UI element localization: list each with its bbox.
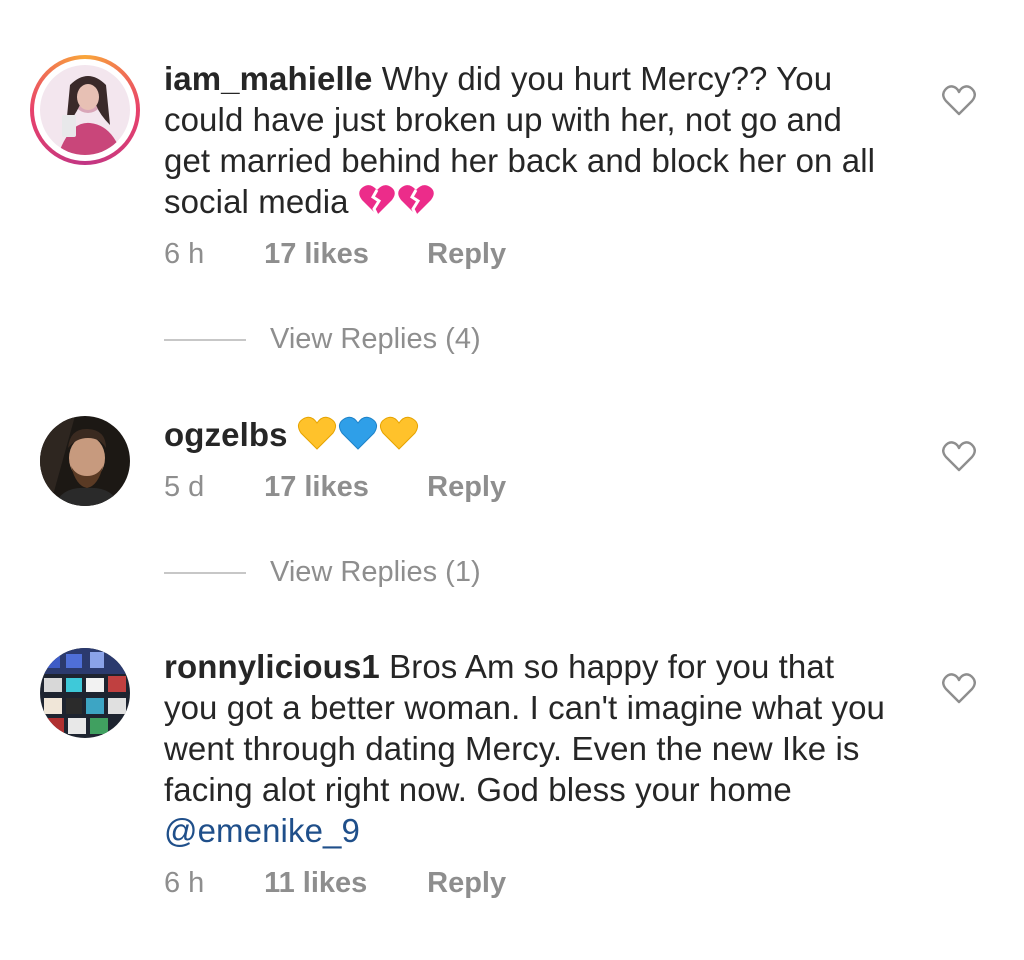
comment-text: ronnylicious1 Bros Am so happy for you t…	[164, 646, 894, 851]
view-replies-button[interactable]: View Replies (4)	[164, 323, 481, 363]
story-ring[interactable]	[30, 55, 140, 165]
comment-likes[interactable]: 17 likes	[264, 238, 419, 271]
comment-time: 6 h	[164, 867, 205, 899]
hearts-emoji-icon	[297, 415, 419, 460]
heart-outline-icon[interactable]	[942, 441, 976, 473]
heart-outline-icon[interactable]	[942, 85, 976, 117]
reply-button[interactable]: Reply	[427, 238, 506, 271]
comment-meta: 6 h 17 likes Reply	[164, 238, 506, 271]
divider-line	[164, 572, 246, 575]
avatar-photo	[40, 648, 130, 738]
comment-time: 5 d	[164, 471, 205, 503]
avatar-photo	[40, 65, 130, 155]
avatar[interactable]	[40, 65, 130, 155]
comment-time: 6 h	[164, 238, 205, 270]
comment-username[interactable]: iam_mahielle	[164, 60, 372, 97]
view-replies-label: View Replies (4)	[270, 323, 481, 355]
comment-likes[interactable]: 11 likes	[264, 867, 419, 900]
comment-meta: 5 d 17 likes Reply	[164, 471, 506, 504]
comment-text: iam_mahielle Why did you hurt Mercy?? Yo…	[164, 58, 894, 226]
comment-text: ogzelbs	[164, 414, 894, 460]
avatar[interactable]	[40, 648, 130, 738]
heart-outline-icon[interactable]	[942, 673, 976, 705]
reply-button[interactable]: Reply	[427, 471, 506, 504]
avatar-photo	[40, 416, 130, 506]
mention-link[interactable]: @emenike_9	[164, 812, 360, 849]
comment-username[interactable]: ronnylicious1	[164, 648, 380, 685]
divider-line	[164, 339, 246, 342]
comment-username[interactable]: ogzelbs	[164, 416, 288, 453]
comment-likes[interactable]: 17 likes	[264, 471, 419, 504]
reply-button[interactable]: Reply	[427, 867, 506, 900]
comment-meta: 6 h 11 likes Reply	[164, 867, 506, 900]
view-replies-button[interactable]: View Replies (1)	[164, 556, 481, 596]
broken-heart-icon	[358, 183, 436, 226]
view-replies-label: View Replies (1)	[270, 556, 481, 588]
avatar[interactable]	[40, 416, 130, 506]
